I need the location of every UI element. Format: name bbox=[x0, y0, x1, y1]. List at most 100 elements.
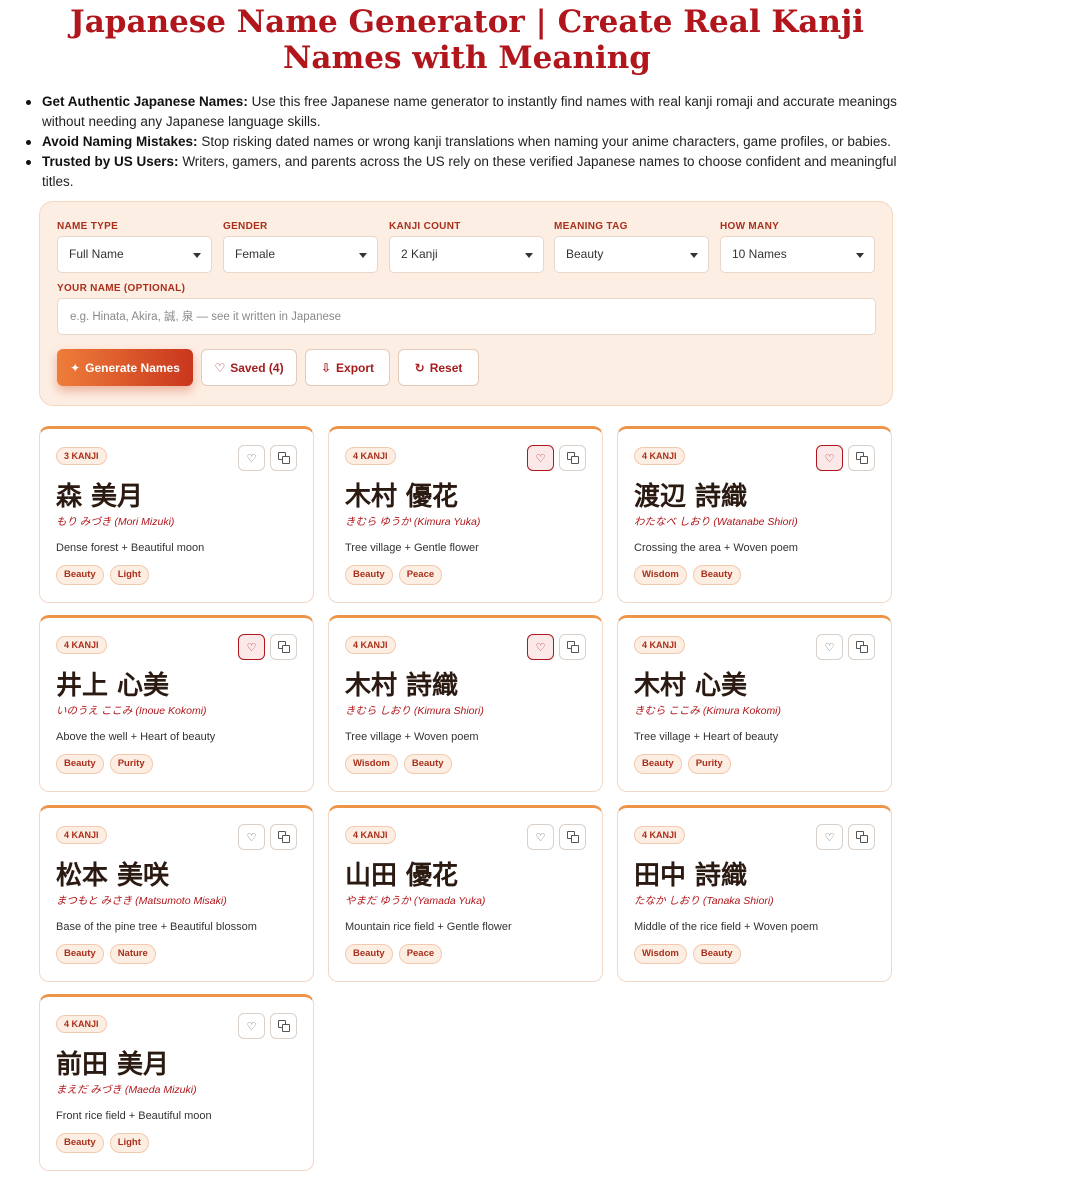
kanji-count-badge: 4 KANJI bbox=[634, 636, 685, 654]
field-label: MEANING TAG bbox=[554, 221, 628, 232]
tag-list: Beauty Peace bbox=[345, 565, 443, 585]
tag-list: Beauty Purity bbox=[56, 754, 153, 774]
favorite-button[interactable]: ♡ bbox=[816, 824, 843, 850]
kanji-name: 松本 美咲 bbox=[56, 861, 170, 891]
kanji-name: 木村 詩織 bbox=[345, 671, 459, 701]
meaning-tag: Beauty bbox=[56, 1133, 104, 1153]
page-title: Japanese Name Generator | Create Real Ka… bbox=[70, 4, 864, 76]
name-card: 4 KANJI ♡ 木村 心美 きむら ここみ (Kimura Kokomi) … bbox=[617, 615, 892, 792]
name-reading: きむら ここみ (Kimura Kokomi) bbox=[634, 705, 782, 717]
copy-button[interactable] bbox=[559, 634, 586, 660]
how-many-select[interactable]: 10 Names bbox=[720, 236, 875, 273]
favorite-button[interactable]: ♡ bbox=[527, 634, 554, 660]
meaning-tag-select[interactable]: Beauty bbox=[554, 236, 709, 273]
name-card: 4 KANJI ♡ 木村 優花 きむら ゆうか (Kimura Yuka) Tr… bbox=[328, 426, 603, 603]
meaning-tag: Beauty bbox=[692, 944, 741, 964]
copy-button[interactable] bbox=[559, 824, 586, 850]
copy-icon bbox=[566, 641, 579, 653]
favorite-button[interactable]: ♡ bbox=[238, 824, 265, 850]
select-value: Beauty bbox=[566, 247, 604, 261]
copy-button[interactable] bbox=[848, 445, 875, 471]
copy-button[interactable] bbox=[559, 445, 586, 471]
name-type-field: NAME TYPE Full Name bbox=[57, 220, 212, 273]
name-reading: たなか しおり (Tanaka Shiori) bbox=[634, 895, 774, 907]
copy-icon bbox=[277, 1020, 290, 1032]
select-value: 2 Kanji bbox=[401, 247, 438, 261]
download-icon: ⇩ bbox=[320, 360, 332, 375]
heart-icon: ♡ bbox=[246, 641, 257, 654]
favorite-button[interactable]: ♡ bbox=[238, 1013, 265, 1039]
kanji-count-badge: 4 KANJI bbox=[56, 636, 107, 654]
copy-button[interactable] bbox=[270, 634, 297, 660]
name-type-select[interactable]: Full Name bbox=[57, 236, 212, 273]
feature-heading: Get Authentic Japanese Names: bbox=[42, 94, 248, 109]
gender-field: GENDER Female bbox=[223, 220, 378, 273]
heart-icon: ♡ bbox=[246, 1020, 257, 1033]
kanji-name: 山田 優花 bbox=[345, 861, 459, 891]
heart-icon: ♡ bbox=[824, 452, 835, 465]
reset-button[interactable]: ↻ Reset bbox=[398, 349, 479, 386]
name-meaning: Middle of the rice field + Woven poem bbox=[634, 921, 819, 933]
refresh-icon: ↻ bbox=[414, 360, 425, 375]
kanji-count-select[interactable]: 2 Kanji bbox=[389, 236, 544, 273]
copy-icon bbox=[855, 831, 868, 843]
generate-names-button[interactable]: ✦ Generate Names bbox=[57, 349, 193, 386]
chevron-down-icon bbox=[525, 253, 533, 258]
export-button[interactable]: ⇩ Export bbox=[305, 349, 390, 386]
favorite-button[interactable]: ♡ bbox=[816, 445, 843, 471]
chevron-down-icon bbox=[193, 253, 201, 258]
heart-icon: ♡ bbox=[535, 641, 546, 654]
name-card: 4 KANJI ♡ 前田 美月 まえだ みづき (Maeda Mizuki) F… bbox=[39, 994, 314, 1171]
chevron-down-icon bbox=[359, 253, 367, 258]
tag-list: Beauty Peace bbox=[345, 944, 443, 964]
meaning-tag: Wisdom bbox=[634, 565, 687, 585]
meaning-tag: Light bbox=[109, 565, 149, 585]
field-label: GENDER bbox=[223, 221, 268, 232]
copy-icon bbox=[277, 452, 290, 464]
feature-item: Trusted by US Users: Writers, gamers, an… bbox=[26, 152, 922, 192]
name-meaning: Tree village + Heart of beauty bbox=[634, 731, 779, 743]
favorite-button[interactable]: ♡ bbox=[816, 634, 843, 660]
copy-button[interactable] bbox=[848, 634, 875, 660]
heart-icon: ♡ bbox=[535, 831, 546, 844]
feature-heading: Avoid Naming Mistakes: bbox=[42, 134, 198, 149]
copy-button[interactable] bbox=[270, 1013, 297, 1039]
name-reading: まえだ みづき (Maeda Mizuki) bbox=[56, 1084, 197, 1096]
field-label: NAME TYPE bbox=[57, 221, 119, 232]
kanji-count-badge: 4 KANJI bbox=[345, 826, 396, 844]
generator-form: NAME TYPE Full Name GENDER Female KANJI … bbox=[39, 201, 893, 406]
field-label: YOUR NAME (OPTIONAL) bbox=[57, 283, 186, 294]
kanji-count-badge: 4 KANJI bbox=[56, 826, 107, 844]
meaning-tag: Beauty bbox=[403, 754, 452, 774]
tag-list: Beauty Purity bbox=[634, 754, 731, 774]
select-value: 10 Names bbox=[732, 247, 787, 261]
kanji-count-badge: 4 KANJI bbox=[345, 636, 396, 654]
kanji-name: 田中 詩織 bbox=[634, 861, 748, 891]
name-reading: やまだ ゆうか (Yamada Yuka) bbox=[345, 895, 486, 907]
copy-button[interactable] bbox=[848, 824, 875, 850]
meaning-tag: Purity bbox=[109, 754, 153, 774]
copy-button[interactable] bbox=[270, 824, 297, 850]
favorite-button[interactable]: ♡ bbox=[238, 634, 265, 660]
button-label: Saved (4) bbox=[230, 360, 284, 375]
saved-button[interactable]: ♡ Saved (4) bbox=[201, 349, 297, 386]
name-reading: もり みづき (Mori Mizuki) bbox=[56, 516, 175, 528]
favorite-button[interactable]: ♡ bbox=[238, 445, 265, 471]
heart-icon: ♡ bbox=[824, 641, 835, 654]
name-meaning: Above the well + Heart of beauty bbox=[56, 731, 216, 743]
copy-button[interactable] bbox=[270, 445, 297, 471]
meaning-tag: Peace bbox=[398, 944, 443, 964]
meaning-tag: Beauty bbox=[56, 565, 104, 585]
tag-list: Beauty Light bbox=[56, 565, 149, 585]
favorite-button[interactable]: ♡ bbox=[527, 445, 554, 471]
favorite-button[interactable]: ♡ bbox=[527, 824, 554, 850]
name-card: 4 KANJI ♡ 井上 心美 いのうえ ここみ (Inoue Kokomi) … bbox=[39, 615, 314, 792]
your-name-input[interactable] bbox=[57, 298, 876, 335]
tag-list: Wisdom Beauty bbox=[634, 944, 741, 964]
heart-icon: ♡ bbox=[214, 360, 226, 375]
gender-select[interactable]: Female bbox=[223, 236, 378, 273]
tag-list: Beauty Light bbox=[56, 1133, 149, 1153]
button-label: Export bbox=[336, 360, 375, 375]
button-label: Generate Names bbox=[85, 360, 180, 375]
meaning-tag: Beauty bbox=[56, 944, 104, 964]
